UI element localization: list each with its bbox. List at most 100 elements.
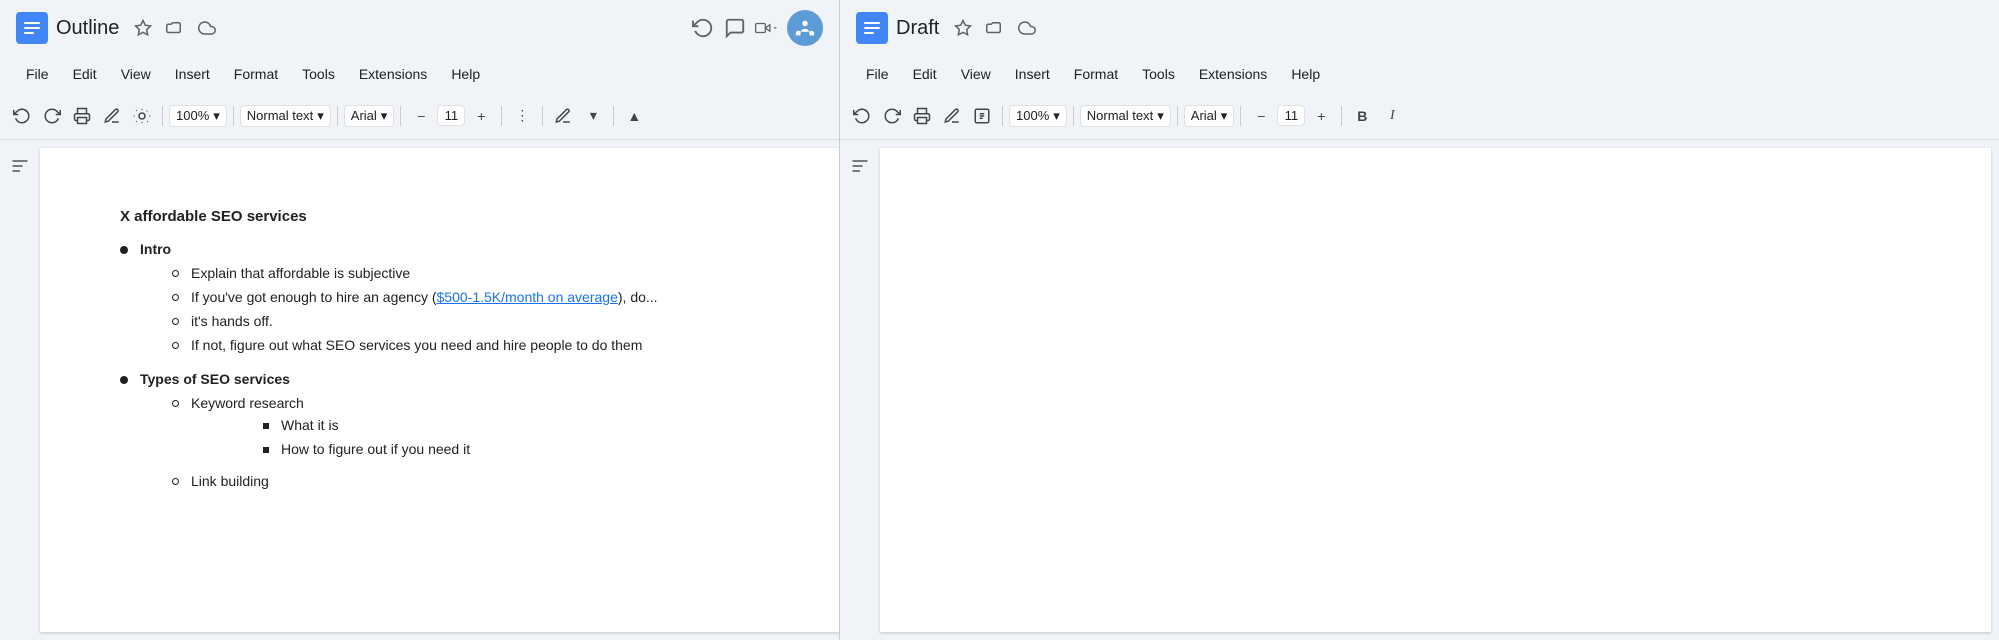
right-sidebar-toggle [840, 140, 880, 640]
app-icon-right[interactable] [856, 12, 888, 44]
list-item: Intro Explain that affordable is subject… [120, 241, 759, 361]
left-title-icons [131, 16, 219, 40]
list-item-text: How to figure out if you need it [281, 441, 470, 457]
italic-btn-r[interactable]: I [1378, 102, 1406, 130]
menu-help[interactable]: Help [441, 62, 490, 86]
star-icon-right[interactable] [951, 16, 975, 40]
menu-file[interactable]: File [16, 62, 59, 86]
outline-toggle-btn-r[interactable] [846, 152, 874, 180]
toolbar-sep-r2 [1073, 106, 1074, 126]
right-title-icons [951, 16, 1039, 40]
toolbar-sep-r1 [1002, 106, 1003, 126]
toolbar-sep-4 [400, 106, 401, 126]
spellcheck-btn-r[interactable] [938, 102, 966, 130]
bullet-circle [172, 400, 179, 407]
list-item: it's hands off. [172, 313, 658, 329]
font-size-plus[interactable]: + [467, 102, 495, 130]
bullet-circle [172, 318, 179, 325]
cloud-icon[interactable] [195, 16, 219, 40]
list-item-text: Keyword research [191, 395, 304, 411]
font-size-minus-r[interactable]: − [1247, 102, 1275, 130]
bold-btn-r[interactable]: B [1348, 102, 1376, 130]
font-dropdown-r[interactable]: Arial ▾ [1184, 105, 1235, 127]
bullet-circle [172, 270, 179, 277]
menu-insert[interactable]: Insert [165, 62, 220, 86]
list-item: Explain that affordable is subjective [172, 265, 658, 281]
outline-toggle-btn[interactable] [6, 152, 34, 180]
right-menu-bar: File Edit View Insert Format Tools Exten… [840, 56, 1999, 92]
paintformat-btn[interactable] [128, 102, 156, 130]
menu-tools-r[interactable]: Tools [1132, 62, 1185, 86]
menu-file-r[interactable]: File [856, 62, 899, 86]
menu-format-r[interactable]: Format [1064, 62, 1128, 86]
menu-format[interactable]: Format [224, 62, 288, 86]
toolbar-sep-2 [233, 106, 234, 126]
pen-dropdown-btn[interactable]: ▾ [579, 102, 607, 130]
paintformat-btn-r[interactable] [968, 102, 996, 130]
right-title-bar: Draft [840, 0, 1999, 56]
font-dropdown[interactable]: Arial ▾ [344, 105, 395, 127]
menu-extensions-r[interactable]: Extensions [1189, 62, 1277, 86]
zoom-dropdown-r[interactable]: 100% ▾ [1009, 105, 1067, 127]
cloud-icon-right[interactable] [1015, 16, 1039, 40]
font-size-display[interactable]: 11 [437, 105, 465, 126]
right-doc-title: Draft [896, 17, 939, 40]
star-icon[interactable] [131, 16, 155, 40]
bullet-circle [172, 294, 179, 301]
list-item-text: it's hands off. [191, 313, 273, 329]
folder-icon[interactable] [163, 16, 187, 40]
bullet-square [263, 423, 269, 429]
undo-btn[interactable] [8, 102, 36, 130]
avatar-btn[interactable] [787, 10, 823, 46]
menu-view[interactable]: View [111, 62, 161, 86]
text-style-dropdown[interactable]: Normal text ▾ [240, 105, 331, 127]
menu-view-r[interactable]: View [951, 62, 1001, 86]
left-menu-bar: File Edit View Insert Format Tools Exten… [0, 56, 839, 92]
history-icon[interactable] [691, 16, 715, 40]
menu-edit[interactable]: Edit [63, 62, 107, 86]
list-item-label: Intro [140, 241, 171, 257]
agency-link[interactable]: $500-1.5K/month on average [437, 289, 618, 305]
menu-insert-r[interactable]: Insert [1005, 62, 1060, 86]
toolbar-sep-6 [542, 106, 543, 126]
right-doc-page[interactable] [880, 148, 1991, 632]
print-btn-r[interactable] [908, 102, 936, 130]
text-style-dropdown-r[interactable]: Normal text ▾ [1080, 105, 1171, 127]
font-size-minus[interactable]: − [407, 102, 435, 130]
toolbar-sep-3 [337, 106, 338, 126]
list-item-text: If not, figure out what SEO services you… [191, 337, 642, 353]
zoom-dropdown[interactable]: 100% ▾ [169, 105, 227, 127]
font-size-display-r[interactable]: 11 [1277, 105, 1305, 126]
toolbar-sep-r3 [1177, 106, 1178, 126]
print-btn[interactable] [68, 102, 96, 130]
menu-help-r[interactable]: Help [1281, 62, 1330, 86]
right-panel: Draft File Edit View Insert Format Tools… [840, 0, 1999, 640]
spellcheck-btn[interactable] [98, 102, 126, 130]
undo-btn-r[interactable] [848, 102, 876, 130]
left-panel: Outline [0, 0, 840, 640]
collapse-toolbar-btn[interactable]: ▲ [620, 102, 648, 130]
toolbar-sep-5 [501, 106, 502, 126]
folder-icon-right[interactable] [983, 16, 1007, 40]
bullet-circle [172, 478, 179, 485]
left-doc-area: X affordable SEO services Intro Explain … [0, 140, 839, 640]
more-options-btn[interactable]: ⋮ [508, 102, 536, 130]
menu-edit-r[interactable]: Edit [903, 62, 947, 86]
video-icon[interactable] [755, 16, 779, 40]
right-doc-area [840, 140, 1999, 640]
list-item: Keyword research What it is [140, 395, 470, 465]
menu-extensions[interactable]: Extensions [349, 62, 437, 86]
bullet-dot [120, 246, 128, 254]
left-doc-page[interactable]: X affordable SEO services Intro Explain … [40, 148, 839, 632]
list-item: If not, figure out what SEO services you… [172, 337, 658, 353]
comment-icon[interactable] [723, 16, 747, 40]
redo-btn[interactable] [38, 102, 66, 130]
toolbar-sep-1 [162, 106, 163, 126]
app-icon-left[interactable] [16, 12, 48, 44]
list-item: How to figure out if you need it [263, 441, 470, 457]
font-size-plus-r[interactable]: + [1307, 102, 1335, 130]
redo-btn-r[interactable] [878, 102, 906, 130]
menu-tools[interactable]: Tools [292, 62, 345, 86]
sub-sub-list: What it is How to figure out if you need… [191, 417, 470, 457]
pen-tool-btn[interactable] [549, 102, 577, 130]
